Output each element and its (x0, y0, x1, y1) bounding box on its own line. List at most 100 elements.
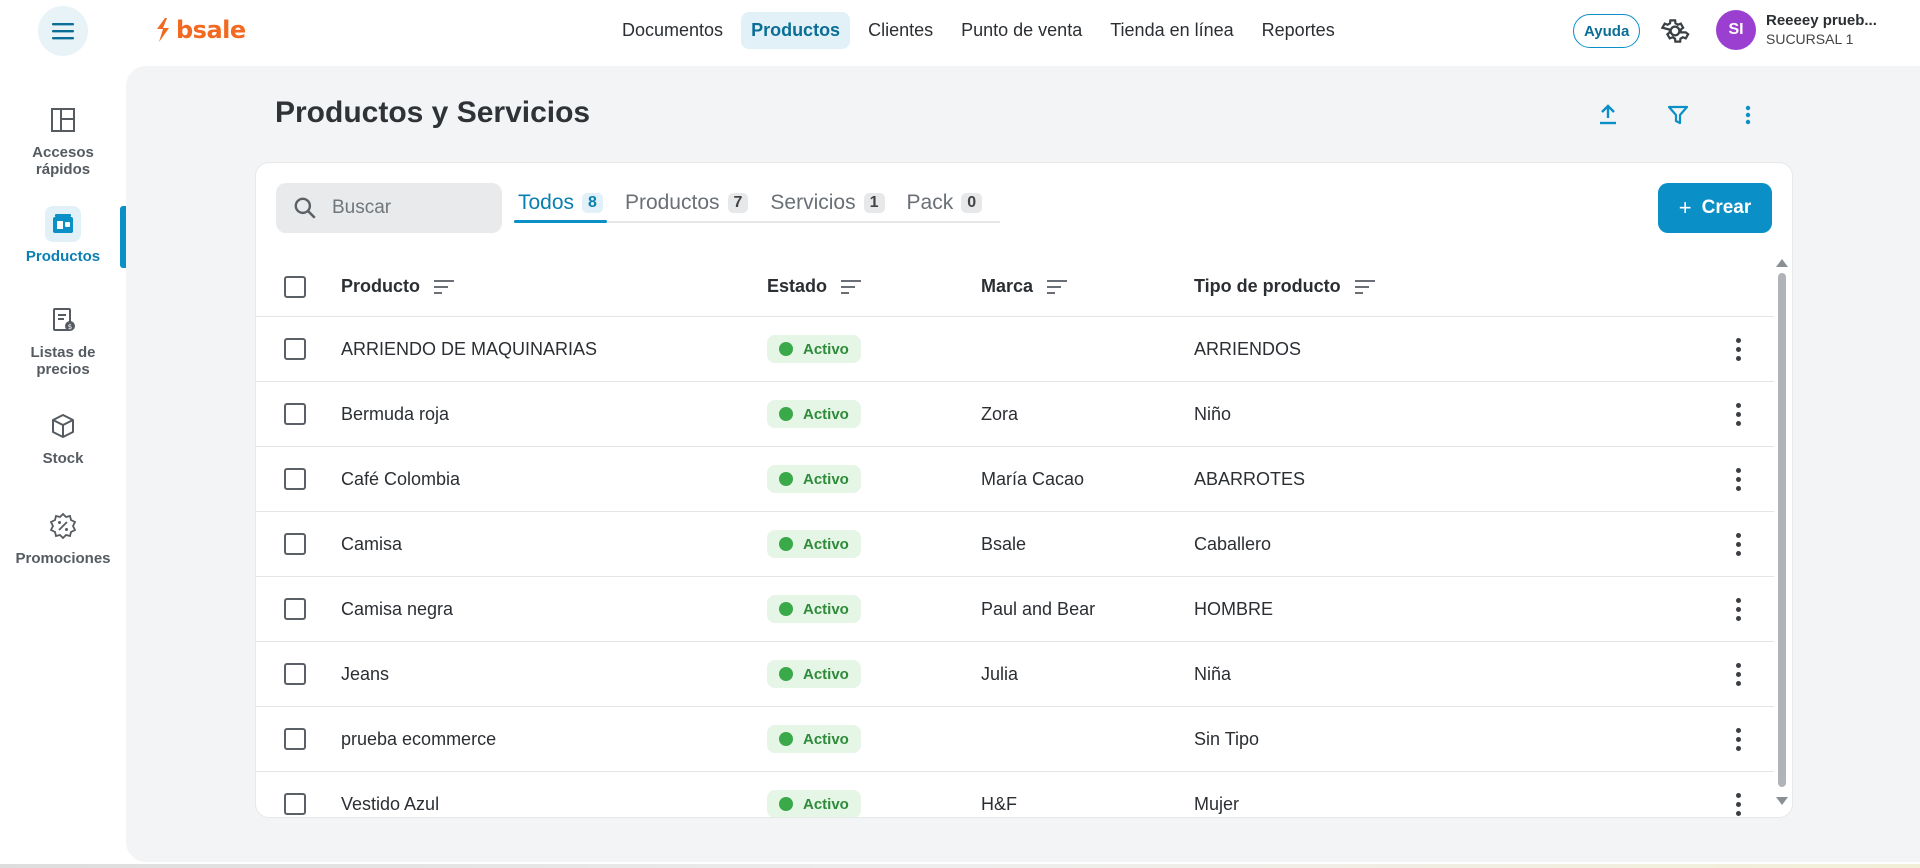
cell-tipo: Caballero (1194, 533, 1272, 554)
sidebar-item-accesos-rapidos[interactable]: Accesos rápidos (0, 102, 126, 178)
brand-logo[interactable]: bsale (154, 16, 246, 44)
sidebar-item-productos[interactable]: Productos (0, 206, 126, 265)
row-checkbox[interactable] (284, 468, 306, 490)
user-name: Reeeey prueb... (1766, 12, 1877, 29)
sidebar-item-listas-de-precios[interactable]: $ Listas de precios (0, 302, 126, 378)
column-header-producto[interactable]: Producto (341, 276, 454, 297)
nav-punto-de-venta[interactable]: Punto de venta (951, 12, 1092, 49)
column-header-marca[interactable]: Marca (981, 276, 1068, 297)
row-checkbox[interactable] (284, 403, 306, 425)
products-card: Todos 8 Productos 7 Servicios 1 Pack 0 +… (255, 162, 1793, 818)
promo-icon (49, 512, 77, 540)
create-button[interactable]: + Crear (1658, 183, 1772, 233)
column-label: Estado (767, 276, 828, 296)
status-label: Activo (803, 535, 849, 553)
status-badge: Activo (767, 335, 861, 363)
sort-icon[interactable] (434, 279, 454, 295)
cell-marca: Zora (981, 403, 1019, 424)
row-more-icon[interactable] (1730, 464, 1746, 494)
row-checkbox[interactable] (284, 598, 306, 620)
hamburger-menu-button[interactable] (38, 6, 88, 56)
column-label: Marca (981, 276, 1034, 296)
table-row[interactable]: Bermuda roja Activo Zora Niño (256, 382, 1774, 447)
status-badge: Activo (767, 465, 861, 493)
sidebar-item-label: Promociones (15, 550, 111, 567)
cell-tipo: Niño (1194, 403, 1232, 424)
nav-clientes[interactable]: Clientes (858, 12, 943, 49)
table-row[interactable]: ARRIENDO DE MAQUINARIAS Activo ARRIENDOS (256, 317, 1774, 382)
help-button[interactable]: Ayuda (1573, 14, 1641, 48)
row-checkbox[interactable] (284, 338, 306, 360)
nav-tienda-en-linea[interactable]: Tienda en línea (1100, 12, 1243, 49)
table-row[interactable]: Camisa negra Activo Paul and Bear HOMBRE (256, 577, 1774, 642)
nav-reportes[interactable]: Reportes (1252, 12, 1345, 49)
cell-marca: Paul and Bear (981, 598, 1096, 619)
row-more-icon[interactable] (1730, 789, 1746, 817)
sort-icon[interactable] (841, 279, 862, 295)
table-row[interactable]: Café Colombia Activo María Cacao ABARROT… (256, 447, 1774, 512)
filter-button[interactable] (1663, 100, 1693, 130)
status-badge: Activo (767, 595, 861, 623)
row-more-icon[interactable] (1730, 529, 1746, 559)
tab-productos[interactable]: Productos 7 (621, 191, 752, 221)
products-icon (53, 214, 73, 233)
row-checkbox[interactable] (284, 663, 306, 685)
table-row[interactable]: prueba ecommerce Activo Sin Tipo (256, 707, 1774, 772)
avatar[interactable]: SI (1716, 10, 1756, 50)
table-row[interactable]: Jeans Activo Julia Niña (256, 642, 1774, 707)
tab-label: Servicios (770, 191, 856, 214)
column-header-estado[interactable]: Estado (767, 276, 862, 297)
cell-producto: Jeans (341, 663, 390, 684)
sidebar-item-label: Accesos rápidos (32, 144, 94, 178)
tab-servicios[interactable]: Servicios 1 (766, 191, 888, 221)
more-options-button[interactable] (1733, 100, 1763, 130)
sort-icon[interactable] (1047, 279, 1068, 295)
scroll-down-icon[interactable] (1776, 797, 1788, 805)
row-more-icon[interactable] (1730, 594, 1746, 624)
plus-icon: + (1678, 195, 1692, 220)
tab-count: 0 (961, 193, 983, 213)
export-button[interactable] (1593, 100, 1623, 130)
select-all-checkbox[interactable] (284, 275, 306, 298)
row-checkbox[interactable] (284, 728, 306, 750)
search-input[interactable] (332, 197, 482, 219)
column-header-tipo-de-producto[interactable]: Tipo de producto (1194, 276, 1375, 297)
status-dot-icon (779, 407, 793, 421)
table-row[interactable]: Camisa Activo Bsale Caballero (256, 512, 1774, 577)
row-more-icon[interactable] (1730, 334, 1746, 364)
table-row[interactable]: Vestido Azul Activo H&F Mujer (256, 772, 1774, 817)
status-label: Activo (803, 795, 849, 813)
nav-productos[interactable]: Productos (741, 12, 851, 49)
sort-icon[interactable] (1354, 279, 1375, 295)
main-nav: Documentos Productos Clientes Punto de v… (612, 12, 1345, 49)
status-dot-icon (779, 732, 793, 746)
row-checkbox[interactable] (284, 793, 306, 815)
row-more-icon[interactable] (1730, 659, 1746, 689)
sidebar-item-label: Productos (25, 248, 101, 265)
scroll-up-icon[interactable] (1776, 259, 1788, 267)
cell-producto: Vestido Azul (341, 793, 440, 814)
row-checkbox[interactable] (284, 533, 306, 555)
sidebar-item-stock[interactable]: Stock (0, 408, 126, 467)
box-icon (52, 414, 74, 438)
status-badge: Activo (767, 725, 861, 753)
create-label: Crear (1701, 197, 1752, 218)
cell-tipo: ARRIENDOS (1194, 338, 1302, 359)
row-more-icon[interactable] (1730, 724, 1746, 754)
user-info[interactable]: Reeeey prueb... SUCURSAL 1 (1766, 12, 1877, 47)
cell-marca: María Cacao (981, 468, 1085, 489)
tab-pack[interactable]: Pack 0 (903, 191, 987, 221)
more-vert-icon (1745, 105, 1751, 125)
search-box[interactable] (276, 183, 502, 233)
sidebar-item-promociones[interactable]: Promociones (0, 508, 126, 567)
table-scrollbar[interactable] (1776, 259, 1788, 811)
scrollbar-thumb[interactable] (1778, 273, 1786, 787)
gear-icon[interactable] (1660, 16, 1690, 46)
status-badge: Activo (767, 660, 861, 688)
nav-documentos[interactable]: Documentos (612, 12, 733, 49)
status-dot-icon (779, 537, 793, 551)
tab-todos[interactable]: Todos 8 (514, 191, 607, 223)
cell-marca: Bsale (981, 533, 1027, 554)
cell-producto: prueba ecommerce (341, 728, 497, 749)
row-more-icon[interactable] (1730, 399, 1746, 429)
